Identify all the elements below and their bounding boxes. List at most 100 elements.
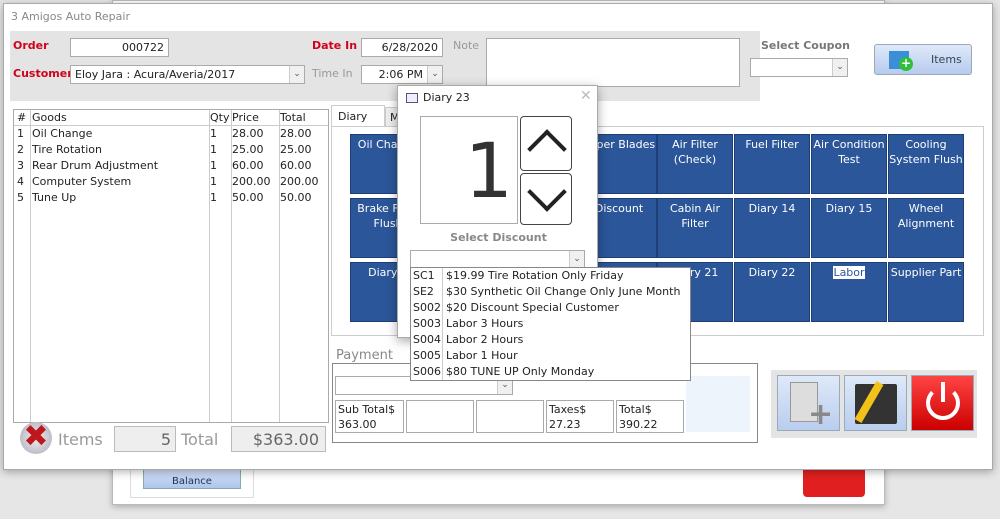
table-cell: 60.00 xyxy=(232,159,264,172)
diary-tile[interactable]: Diary 15 xyxy=(811,198,887,258)
table-row[interactable]: 2 Tire Rotation 1 25.00 25.00 xyxy=(14,142,328,158)
table-row[interactable]: 1 Oil Change 1 28.00 28.00 xyxy=(14,126,328,142)
grand-total-cell: Total$ 390.22 xyxy=(616,400,684,433)
new-document-button[interactable]: + xyxy=(777,375,840,431)
table-cell: 1 xyxy=(210,143,217,156)
items-count-label: Items xyxy=(58,430,103,449)
diary-tile[interactable]: Supplier Part xyxy=(888,262,964,322)
discount-code: SC1 xyxy=(413,269,435,282)
table-cell: 60.00 xyxy=(280,159,312,172)
customer-label: Customer xyxy=(13,67,73,80)
discount-option[interactable]: S004 Labor 2 Hours xyxy=(411,332,690,348)
diary-tile[interactable]: Cabin Air Filter xyxy=(657,198,733,258)
table-row[interactable]: 3 Rear Drum Adjustment 1 60.00 60.00 xyxy=(14,158,328,174)
diary-tile[interactable]: Wheel Alignment xyxy=(888,198,964,258)
discount-description: Labor 1 Hour xyxy=(446,349,518,362)
taxes-cell: Taxes$ 27.23 xyxy=(546,400,614,433)
note-field[interactable] xyxy=(486,38,740,87)
chevron-down-icon[interactable]: ⌄ xyxy=(569,251,584,268)
table-row[interactable]: 4 Computer System 1 200.00 200.00 xyxy=(14,174,328,190)
subtotal-label: Sub Total$ xyxy=(338,403,396,416)
discount-option[interactable]: SE2 $30 Synthetic Oil Change Only June Mo… xyxy=(411,284,690,300)
table-cell: 1 xyxy=(210,159,217,172)
discount-option[interactable]: S003 Labor 3 Hours xyxy=(411,316,690,332)
items-label: Items xyxy=(931,53,962,66)
discount-option[interactable]: SC1 $19.99 Tire Rotation Only Friday xyxy=(411,268,690,284)
taxes-label: Taxes$ xyxy=(549,403,587,416)
diary-tile[interactable]: Labor xyxy=(811,262,887,322)
table-cell: 28.00 xyxy=(232,127,264,140)
subtotal-value: 363.00 xyxy=(338,418,377,431)
chevron-down-icon[interactable]: ⌄ xyxy=(427,66,442,83)
diary-tile[interactable]: Cooling System Flush xyxy=(888,134,964,194)
tile-label: Air Condition Test xyxy=(813,138,885,166)
chevron-down-icon[interactable]: ⌄ xyxy=(832,59,847,76)
diary-tile[interactable]: Fuel Filter xyxy=(734,134,810,194)
table-cell: Tune Up xyxy=(32,191,77,204)
discount-code: S003 xyxy=(413,317,441,330)
coupon-label: Select Coupon xyxy=(761,39,850,52)
tab-diary[interactable]: Diary xyxy=(331,105,385,127)
payment-blank-cell xyxy=(476,400,544,433)
table-cell: 28.00 xyxy=(280,127,312,140)
decrement-button[interactable] xyxy=(520,172,572,225)
diary-tile[interactable]: Diary 14 xyxy=(734,198,810,258)
time-in-label: Time In xyxy=(312,67,353,80)
table-cell: Rear Drum Adjustment xyxy=(32,159,159,172)
payment-blank-cell xyxy=(406,400,474,433)
discount-code: S004 xyxy=(413,333,441,346)
order-label: Order xyxy=(13,39,49,52)
discount-description: Labor 3 Hours xyxy=(446,317,524,330)
increment-button[interactable] xyxy=(520,116,572,171)
tab-label: Diary xyxy=(338,110,368,123)
items-button[interactable]: + Items xyxy=(874,44,972,75)
payment-label: Payment xyxy=(336,348,393,363)
diary-tile[interactable]: Air Filter (Check) xyxy=(657,134,733,194)
table-cell: Computer System xyxy=(32,175,132,188)
table-cell: Tire Rotation xyxy=(32,143,102,156)
tile-label: Cabin Air Filter xyxy=(669,202,721,230)
table-header: # Goods Qty Price Total xyxy=(14,110,328,126)
grand-total-value: 390.22 xyxy=(619,418,658,431)
table-cell: 2 xyxy=(17,143,24,156)
table-cell: 5 xyxy=(17,191,24,204)
total-field: $363.00 xyxy=(231,426,326,452)
tile-label: Diary 14 xyxy=(748,202,796,215)
discount-option[interactable]: S002 $20 Discount Special Customer xyxy=(411,300,690,316)
column-header: Price xyxy=(232,111,259,124)
discount-description: Labor 2 Hours xyxy=(446,333,524,346)
time-in-combo[interactable]: 2:06 PM ⌄ xyxy=(361,65,443,84)
diary-tile[interactable]: Air Condition Test xyxy=(811,134,887,194)
discount-code: S005 xyxy=(413,349,441,362)
date-in-label: Date In xyxy=(312,39,358,52)
tile-label: Diary 15 xyxy=(825,202,873,215)
chevron-up-icon xyxy=(527,129,567,169)
diary-tile[interactable]: Diary 22 xyxy=(734,262,810,322)
note-label: Note xyxy=(453,39,480,52)
delete-icon[interactable]: ✖ xyxy=(20,422,52,454)
discount-code: SE2 xyxy=(413,285,434,298)
table-row[interactable]: 5 Tune Up 1 50.00 50.00 xyxy=(14,190,328,206)
table-cell: 3 xyxy=(17,159,24,172)
customer-value: Eloy Jara : Acura/Averia/2017 xyxy=(75,68,236,81)
power-button[interactable] xyxy=(911,375,974,431)
table-cell: 200.00 xyxy=(280,175,319,188)
discount-option[interactable]: S006 $80 TUNE UP Only Monday xyxy=(411,364,690,380)
grand-total-label: Total$ xyxy=(619,403,652,416)
chevron-down-icon[interactable]: ⌄ xyxy=(289,66,304,83)
taxes-value: 27.23 xyxy=(549,418,581,431)
discount-option[interactable]: S005 Labor 1 Hour xyxy=(411,348,690,364)
balance-button[interactable]: Balance xyxy=(143,467,241,489)
close-icon[interactable]: ✕ xyxy=(580,88,592,104)
time-in-value: 2:06 PM xyxy=(378,68,423,81)
form-icon xyxy=(406,93,418,103)
customer-combo[interactable]: Eloy Jara : Acura/Averia/2017 ⌄ xyxy=(70,65,305,84)
save-button[interactable] xyxy=(844,375,907,431)
table-cell: 1 xyxy=(210,191,217,204)
table-cell: 50.00 xyxy=(280,191,312,204)
coupon-combo[interactable]: ⌄ xyxy=(750,58,848,77)
plus-icon: + xyxy=(899,56,913,71)
tile-label: Labor xyxy=(833,266,865,279)
date-in-field[interactable]: 6/28/2020 xyxy=(361,38,443,57)
order-field[interactable]: 000722 xyxy=(70,38,169,57)
